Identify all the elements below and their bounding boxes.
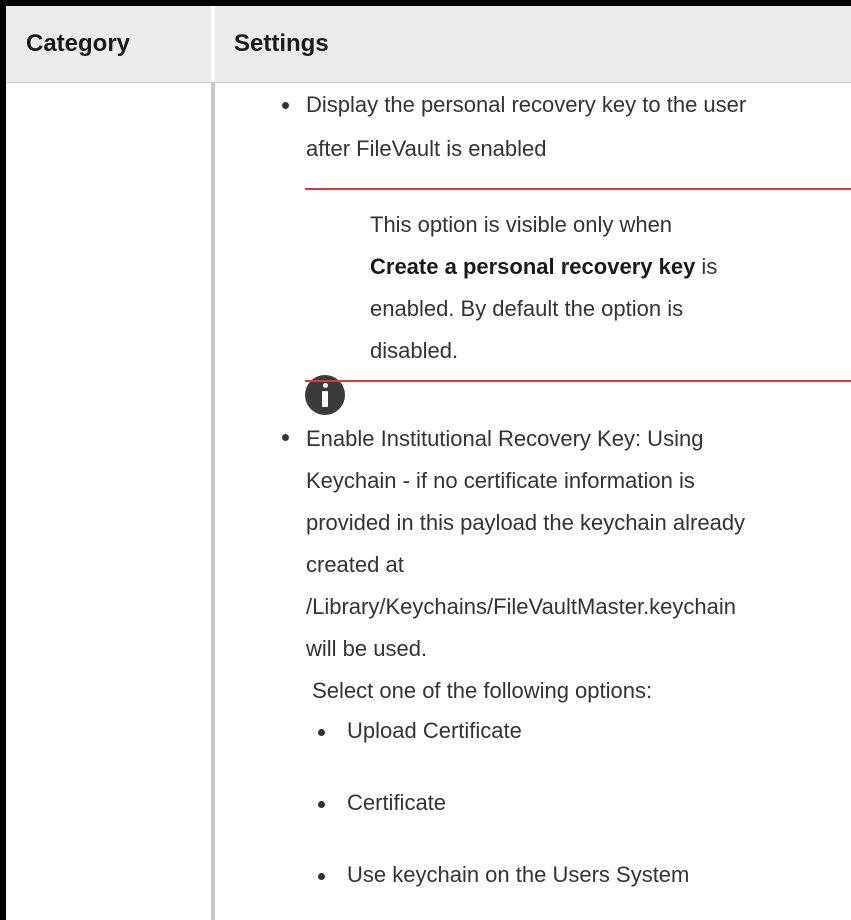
header-category: Category bbox=[26, 30, 131, 57]
table-header: Category Settings bbox=[6, 6, 851, 82]
list-item-line: provided in this payload the keychain al… bbox=[306, 510, 746, 535]
list-item-line: created at bbox=[306, 552, 404, 577]
note-top-rule bbox=[305, 188, 851, 190]
note-line: disabled. bbox=[370, 338, 459, 363]
bullet-dot bbox=[282, 102, 289, 109]
note-line: enabled. By default the option is bbox=[370, 296, 684, 321]
header-settings: Settings bbox=[234, 30, 329, 57]
bullet-dot bbox=[318, 873, 325, 880]
list-item-line: will be used. bbox=[306, 636, 428, 661]
sub-option-item: Certificate bbox=[347, 790, 447, 815]
list-item-line: after FileVault is enabled bbox=[306, 136, 547, 161]
header-divider bbox=[211, 6, 215, 82]
note-line: This option is visible only when bbox=[370, 212, 673, 237]
list-item-line: Keychain - if no certificate information… bbox=[306, 468, 695, 493]
column-divider bbox=[211, 83, 215, 920]
settings-table: Category Settings Display the personal r… bbox=[0, 0, 851, 920]
note-bottom-rule bbox=[305, 380, 851, 382]
list-item-line: Enable Institutional Recovery Key: Using bbox=[306, 426, 704, 451]
list-item: Enable Institutional Recovery Key: Using… bbox=[306, 418, 745, 712]
bullet-dot bbox=[318, 801, 325, 808]
note-line: Create a personal recovery key is bbox=[370, 248, 840, 285]
note-after-bold: is bbox=[695, 254, 718, 279]
sub-option-item: Use keychain on the Users System bbox=[347, 862, 690, 887]
bullet-dot bbox=[282, 434, 289, 441]
table-left-border bbox=[0, 0, 6, 920]
note-text: This option is visible only when Create … bbox=[370, 206, 840, 369]
bullet-dot bbox=[318, 729, 325, 736]
list-item-line: /Library/Keychains/FileVaultMaster.keych… bbox=[306, 594, 737, 619]
sub-option-item: Upload Certificate bbox=[347, 718, 522, 743]
list-item-line: Select one of the following options: bbox=[306, 678, 653, 703]
note-bold: Create a personal recovery key bbox=[370, 254, 696, 279]
header-bottom-rule bbox=[6, 82, 851, 83]
list-item: Display the personal recovery key to the… bbox=[306, 86, 746, 167]
list-item-line: Display the personal recovery key to the… bbox=[306, 92, 747, 117]
